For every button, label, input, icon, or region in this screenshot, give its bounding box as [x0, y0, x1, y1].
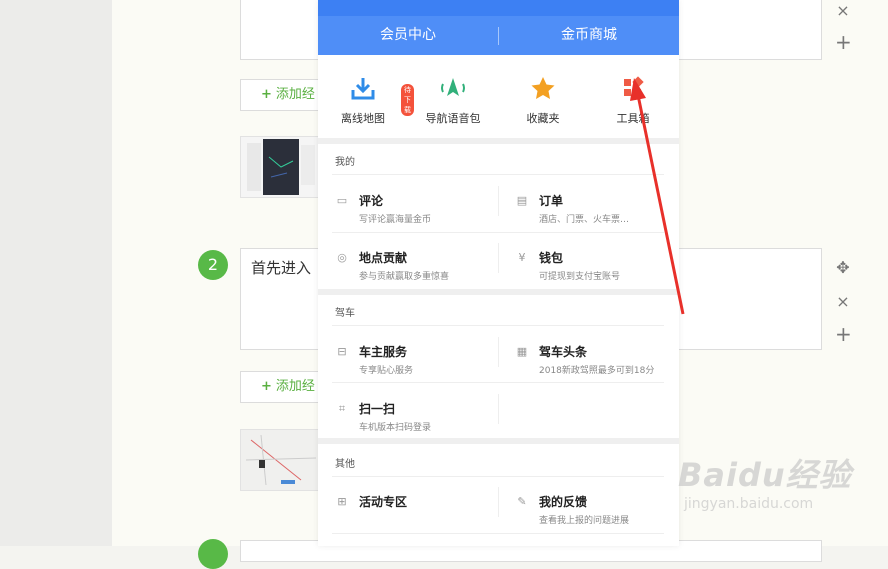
phone-header: 会员中心 金币商城: [318, 0, 679, 55]
section-title-other: 其他: [335, 459, 355, 470]
comment-icon: ▭: [336, 194, 348, 207]
step-1-thumbnail[interactable]: [240, 136, 320, 198]
step-number-badge: 2: [198, 250, 228, 280]
section-divider: [318, 438, 679, 444]
step-2-text: 首先进入: [251, 259, 312, 277]
row-separator: [332, 174, 664, 175]
row-separator: [332, 533, 664, 534]
star-icon: [529, 74, 557, 102]
menu-item-wallet[interactable]: ¥ 钱包 可提现到支付宝账号: [515, 249, 680, 305]
menu-item-driving-news[interactable]: ▦ 驾车头条 2018新政驾照最多可到18分: [515, 343, 680, 399]
watermark-brand: Baidu经验: [678, 456, 852, 494]
row-separator: [332, 232, 664, 233]
baidu-jingyan-watermark: Baidu经验 jingyan.baidu.com: [678, 450, 878, 530]
wallet-icon: ¥: [518, 251, 526, 264]
quick-item-offline-map[interactable]: 待下载 离线地图: [318, 60, 414, 140]
plus-icon: +: [261, 379, 272, 394]
order-icon: ▤: [516, 194, 528, 207]
menu-item-title: 钱包: [539, 251, 564, 265]
quick-item-label: 收藏夹: [526, 112, 560, 125]
step-2-thumbnail[interactable]: [240, 429, 320, 491]
menu-item-subtitle: 参与贡献赢取多重惊喜: [359, 272, 450, 282]
medal-icon: ◎: [337, 251, 347, 264]
tab-member-center[interactable]: 会员中心: [318, 16, 498, 55]
menu-item-title: 地点贡献: [359, 251, 408, 265]
page-left-background: [0, 0, 112, 546]
menu-item-subtitle: 车机版本扫码登录: [359, 423, 432, 433]
toolbox-icon: [619, 74, 647, 102]
column-separator: [498, 186, 499, 216]
quick-item-label: 工具箱: [616, 112, 650, 125]
menu-item-activity-zone[interactable]: ⊞ 活动专区: [335, 493, 500, 549]
step-number-badge-next: [198, 539, 228, 569]
add-icon[interactable]: +: [835, 32, 852, 52]
menu-item-subtitle: 写评论赢海量金币: [359, 215, 432, 225]
close-icon[interactable]: ×: [835, 294, 851, 310]
column-separator: [498, 337, 499, 367]
section-title-mine: 我的: [335, 157, 355, 168]
section-divider: [318, 289, 679, 295]
menu-item-my-feedback[interactable]: ✎ 我的反馈 查看我上报的问题进展: [515, 493, 680, 549]
header-strip: [318, 0, 679, 16]
menu-item-comment[interactable]: ▭ 评论 写评论赢海量金币: [335, 192, 500, 248]
menu-item-subtitle: 2018新政驾照最多可到18分: [539, 366, 655, 376]
quick-item-label: 导航语音包: [425, 112, 481, 125]
car-icon: ⊟: [337, 345, 347, 358]
menu-item-subtitle: 可提现到支付宝账号: [539, 272, 621, 282]
move-icon[interactable]: ✥: [835, 260, 851, 276]
map-screenshot-thumbnail: [241, 430, 319, 490]
row-separator: [332, 382, 664, 383]
plus-icon: +: [261, 87, 272, 102]
menu-item-title: 我的反馈: [539, 495, 588, 509]
map-screenshot-thumbnail: [241, 137, 319, 197]
column-separator: [498, 394, 499, 424]
menu-item-subtitle: 专享贴心服务: [359, 366, 414, 376]
tab-coin-mall[interactable]: 金币商城: [499, 16, 679, 55]
menu-item-scan[interactable]: ⌗ 扫一扫 车机版本扫码登录: [335, 400, 500, 456]
menu-item-title: 驾车头条: [539, 345, 588, 359]
add-step-button-2[interactable]: + 添加经: [240, 371, 322, 403]
column-separator: [498, 487, 499, 517]
column-separator: [498, 243, 499, 273]
scan-icon: ⌗: [338, 402, 346, 415]
watermark-url: jingyan.baidu.com: [684, 496, 814, 512]
menu-item-order[interactable]: ▤ 订单 酒店、门票、火车票…: [515, 192, 680, 248]
gift-icon: ⊞: [337, 495, 347, 508]
quick-item-favorites[interactable]: 收藏夹: [498, 60, 588, 140]
section-title-driving: 驾车: [335, 308, 355, 319]
section-divider: [318, 138, 679, 144]
add-icon[interactable]: +: [835, 324, 852, 344]
phone-screenshot-panel: 会员中心 金币商城 待下载 离线地图 导航语音包 收藏夹 工具箱 我的 ▭ 评论…: [318, 0, 679, 546]
row-separator: [332, 325, 664, 326]
voice-nav-icon: [439, 74, 467, 102]
add-step-button-1[interactable]: + 添加经: [240, 79, 322, 111]
news-icon: ▦: [516, 345, 528, 358]
menu-item-subtitle: 查看我上报的问题进展: [539, 516, 630, 526]
menu-item-car-owner-service[interactable]: ⊟ 车主服务 专享贴心服务: [335, 343, 500, 399]
menu-item-subtitle: 酒店、门票、火车票…: [539, 215, 630, 225]
download-icon: 待下载: [349, 74, 414, 116]
menu-item-title: 订单: [539, 194, 564, 208]
quick-item-voice-pack[interactable]: 导航语音包: [408, 60, 498, 140]
quick-item-toolbox[interactable]: 工具箱: [588, 60, 678, 140]
quick-item-label: 离线地图: [341, 112, 385, 125]
menu-item-place-contribution[interactable]: ◎ 地点贡献 参与贡献赢取多重惊喜: [335, 249, 500, 305]
feedback-icon: ✎: [517, 495, 527, 508]
menu-item-title: 扫一扫: [359, 402, 396, 416]
menu-item-title: 评论: [359, 194, 384, 208]
close-icon[interactable]: ×: [835, 3, 851, 19]
menu-item-title: 活动专区: [359, 495, 408, 509]
row-separator: [332, 476, 664, 477]
menu-item-title: 车主服务: [359, 345, 408, 359]
